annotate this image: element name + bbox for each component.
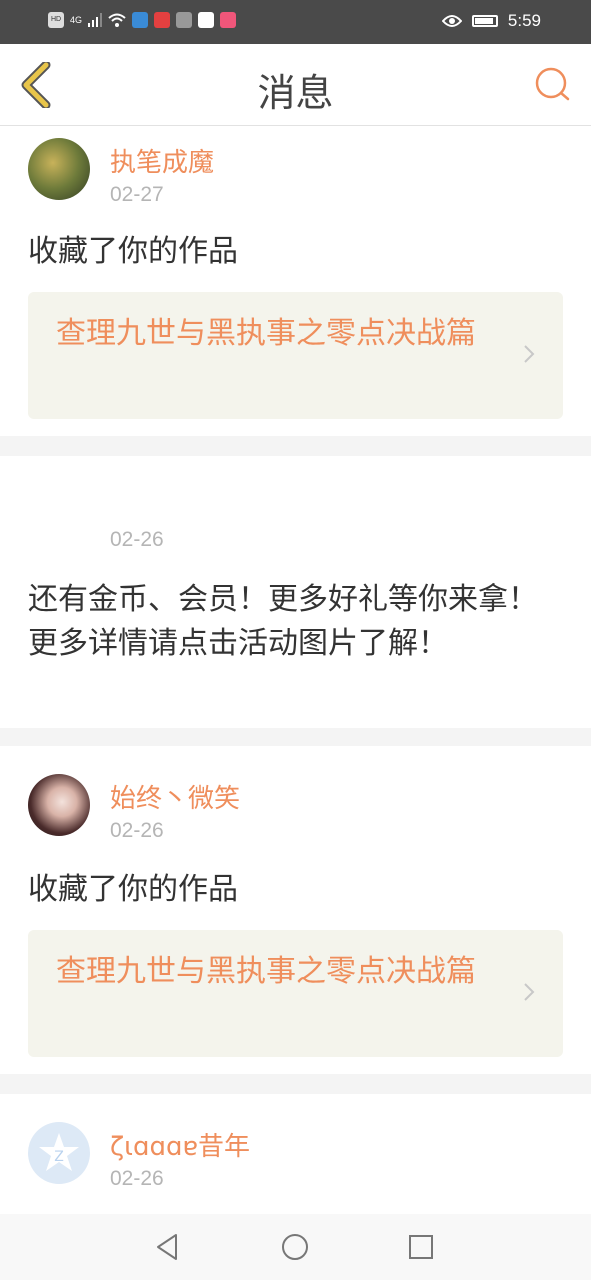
search-icon[interactable]: [535, 66, 571, 102]
message-list: 执笔成魔 02-27 收藏了你的作品 查理九世与黑执事之零点决战篇 02-26 …: [0, 126, 591, 1254]
status-bar: HD 4G 5:59: [0, 0, 591, 44]
wechat-icon: [176, 12, 193, 28]
chevron-right-icon: [524, 983, 535, 1001]
avatar[interactable]: [28, 138, 90, 200]
message-date: 02-26: [110, 819, 164, 842]
video-app-2-icon: [220, 12, 237, 28]
video-app-icon: [198, 12, 215, 28]
svg-text:Z: Z: [54, 1149, 64, 1165]
work-card[interactable]: 查理九世与黑执事之零点决战篇: [28, 930, 563, 1057]
toutiao-icon: [154, 12, 171, 28]
eye-icon: [441, 15, 462, 27]
avatar[interactable]: [28, 774, 90, 836]
system-nav-bar: [0, 1214, 591, 1280]
hd-icon: HD: [48, 12, 64, 28]
avatar: [28, 494, 90, 556]
status-left-icons: HD 4G: [48, 12, 237, 28]
default-avatar-icon: Z: [39, 1133, 79, 1171]
app-notification-icon: [132, 12, 149, 28]
user-name[interactable]: 执笔成魔: [110, 142, 214, 179]
message-text: 还有金币、会员！更多好礼等你来拿！ 更多详情请点击活动图片了解！: [28, 582, 538, 661]
nav-back-icon[interactable]: [152, 1231, 184, 1263]
message-date: 02-26: [110, 528, 164, 551]
battery-icon: [471, 15, 498, 27]
message-date: 02-27: [110, 183, 164, 206]
message-text: 收藏了你的作品: [28, 872, 238, 907]
message-item[interactable]: 始终丶微笑 02-26 收藏了你的作品 查理九世与黑执事之零点决战篇: [0, 746, 591, 1074]
nav-home-icon[interactable]: [279, 1231, 311, 1263]
signal-icon: [88, 13, 103, 27]
page-title: 消息: [257, 71, 334, 115]
message-text: 收藏了你的作品: [28, 234, 238, 269]
wifi-icon: [108, 13, 126, 27]
app-header: 消息: [0, 44, 591, 126]
status-time: 5:59: [507, 11, 541, 30]
user-name[interactable]: 始终丶微笑: [110, 778, 240, 815]
message-item[interactable]: 02-26 还有金币、会员！更多好礼等你来拿！ 更多详情请点击活动图片了解！: [0, 456, 591, 728]
message-item[interactable]: 执笔成魔 02-27 收藏了你的作品 查理九世与黑执事之零点决战篇: [0, 126, 591, 436]
avatar[interactable]: Z: [28, 1122, 90, 1184]
work-title: 查理九世与黑执事之零点决战篇: [56, 954, 476, 989]
message-date: 02-26: [110, 1167, 164, 1190]
chevron-right-icon: [524, 345, 535, 363]
work-title: 查理九世与黑执事之零点决战篇: [56, 316, 476, 351]
network-icon: 4G: [70, 15, 83, 25]
nav-recents-icon[interactable]: [405, 1231, 437, 1263]
status-right: 5:59: [441, 11, 541, 31]
work-card[interactable]: 查理九世与黑执事之零点决战篇: [28, 292, 563, 419]
user-name[interactable]: ζιɑɑɑɐ昔年: [110, 1126, 250, 1163]
